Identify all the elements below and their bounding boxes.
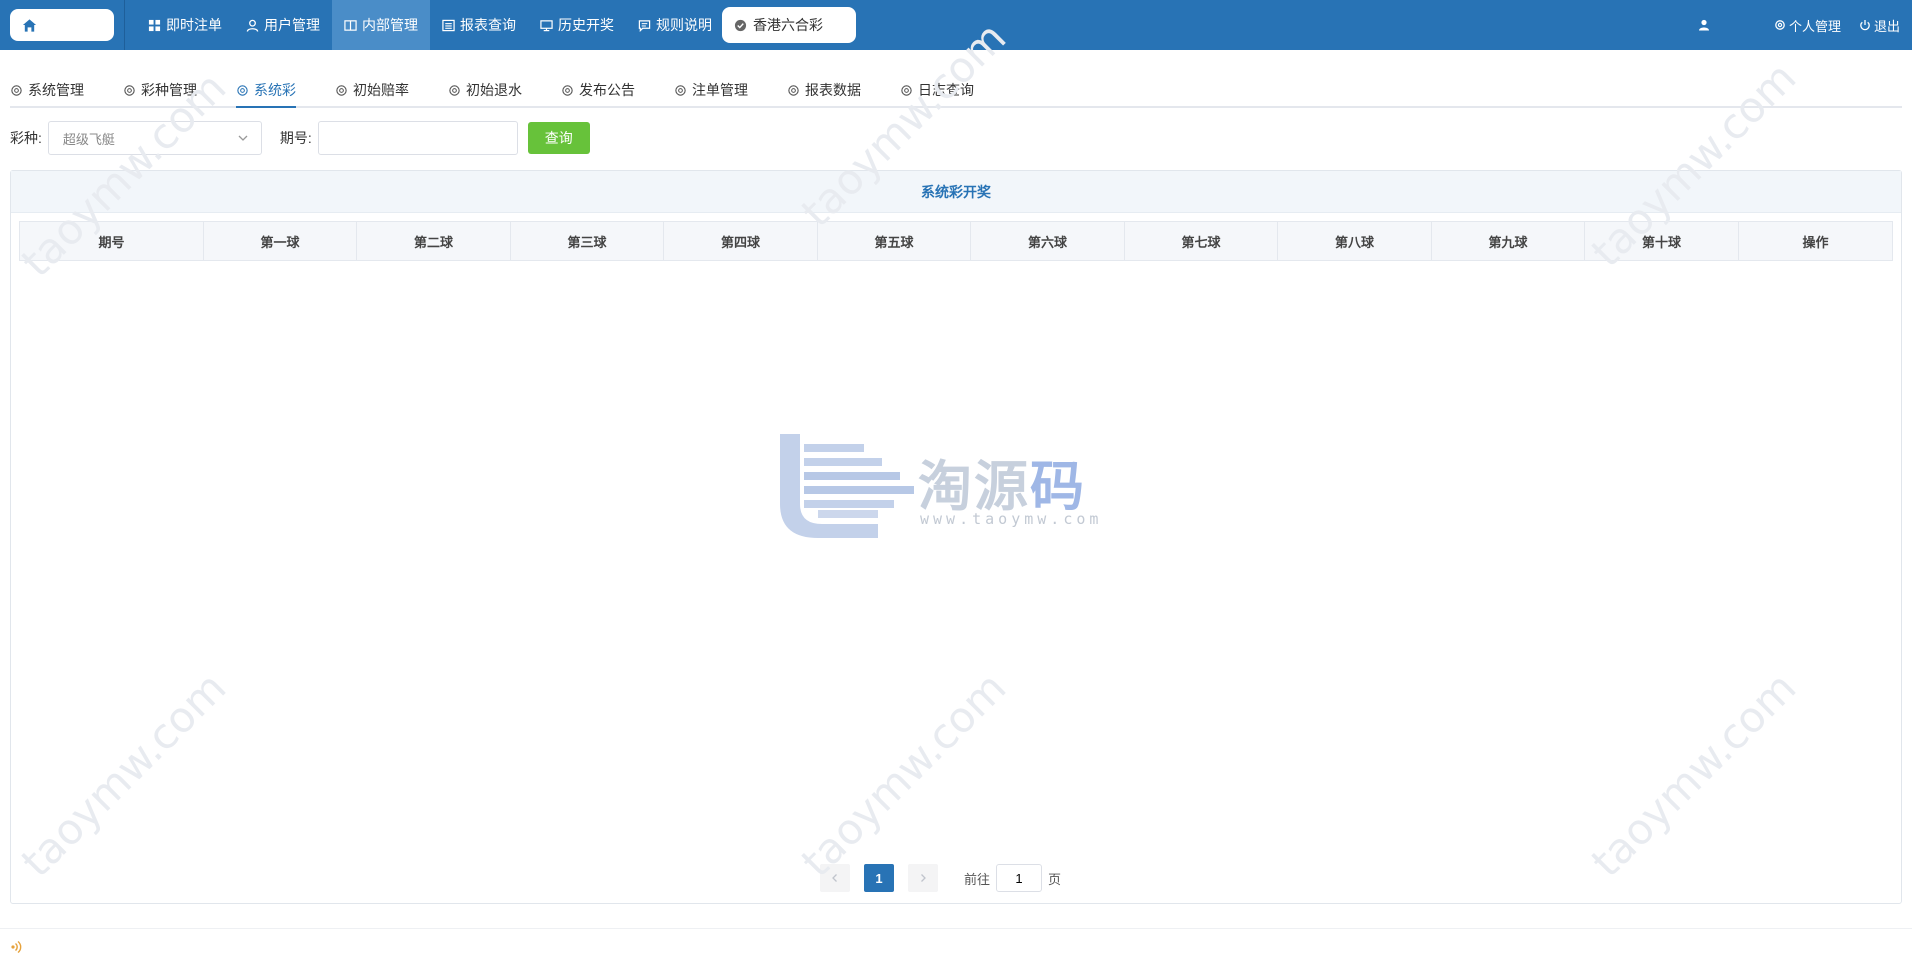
prev-page-button[interactable] <box>820 864 850 892</box>
book-icon <box>344 19 357 31</box>
nav-item-user-management[interactable]: 用户管理 <box>234 0 332 50</box>
tab-label: 报表数据 <box>805 82 861 98</box>
column-header: 第七球 <box>1125 222 1278 260</box>
tab-initial-odds[interactable]: 初始赔率 <box>335 74 409 106</box>
home-button[interactable] <box>10 9 114 41</box>
gear-icon <box>1775 20 1785 30</box>
footer-bar <box>0 928 1912 966</box>
nav-item-internal-management[interactable]: 内部管理 <box>332 0 430 50</box>
nav-item-report-query[interactable]: 报表查询 <box>430 0 528 50</box>
tab-label: 初始赔率 <box>353 82 409 98</box>
nav-item-label: 即时注单 <box>166 17 222 33</box>
user-icon <box>1698 19 1709 31</box>
speaker-icon[interactable] <box>10 939 24 955</box>
tab-bet-management[interactable]: 注单管理 <box>674 74 748 106</box>
tab-log-query[interactable]: 日志查询 <box>900 74 974 106</box>
column-header: 第六球 <box>971 222 1125 260</box>
column-header: 第十球 <box>1585 222 1739 260</box>
lottery-tab-hk-marksix[interactable]: 香港六合彩 <box>722 7 856 43</box>
tab-label: 日志查询 <box>918 82 974 98</box>
gear-icon <box>562 84 573 96</box>
gear-icon <box>901 84 912 96</box>
pagination: 1 前往 页 <box>820 864 1061 892</box>
tab-label: 系统彩 <box>254 82 296 98</box>
panel-title: 系统彩开奖 <box>11 171 1901 213</box>
tab-label: 初始退水 <box>466 82 522 98</box>
logout-label: 退出 <box>1873 18 1900 34</box>
gear-icon <box>336 84 347 96</box>
gear-icon <box>237 84 248 96</box>
column-header: 操作 <box>1802 234 1829 250</box>
top-navbar: 即时注单 用户管理 内部管理 报表查询 历史开奖 规则说明 香港六合彩 个人管理… <box>0 0 1912 50</box>
tab-system-management[interactable]: 系统管理 <box>10 74 84 106</box>
page-number-current[interactable]: 1 <box>864 864 894 892</box>
gear-icon <box>124 84 135 96</box>
power-icon <box>1860 20 1870 31</box>
column-header: 第五球 <box>818 222 971 260</box>
navbar-divider <box>124 0 125 50</box>
goto-label: 前往 <box>964 871 991 887</box>
goto-page-input[interactable] <box>996 864 1043 892</box>
tab-publish-notice[interactable]: 发布公告 <box>561 74 635 106</box>
issue-number-input[interactable] <box>317 121 518 155</box>
tab-system-lottery[interactable]: 系统彩 <box>236 74 296 108</box>
lottery-type-value: 超级飞艇 <box>62 131 115 147</box>
column-header: 第八球 <box>1278 222 1432 260</box>
lottery-type-select[interactable]: 超级飞艇 <box>47 121 262 155</box>
gear-icon <box>449 84 460 96</box>
lottery-tab-label: 香港六合彩 <box>753 17 823 33</box>
nav-item-label: 报表查询 <box>460 17 516 33</box>
home-icon <box>22 18 37 32</box>
tab-label: 注单管理 <box>692 82 748 98</box>
tab-label: 系统管理 <box>28 82 84 98</box>
nav-item-instant-bets[interactable]: 即时注单 <box>136 0 234 50</box>
page-suffix: 页 <box>1048 871 1062 887</box>
lottery-type-label: 彩种: <box>10 130 42 146</box>
personal-management-label: 个人管理 <box>1788 18 1841 34</box>
nav-item-label: 规则说明 <box>656 17 712 33</box>
column-header: 期号 <box>20 222 204 260</box>
nav-item-rules[interactable]: 规则说明 <box>626 0 724 50</box>
tab-label: 发布公告 <box>579 82 635 98</box>
draw-results-table: 期号 第一球 第二球 第三球 第四球 第五球 第六球 第七球 第八球 第九球 第… <box>19 221 1893 261</box>
next-page-button[interactable] <box>908 864 938 892</box>
chevron-right-icon <box>921 874 926 882</box>
nav-item-label: 历史开奖 <box>558 17 614 33</box>
user-profile-button[interactable] <box>1698 19 1710 31</box>
gear-icon <box>788 84 799 96</box>
grid-icon <box>148 19 161 31</box>
user-icon <box>246 19 259 32</box>
logout-link[interactable]: 退出 <box>1859 16 1900 35</box>
draw-results-panel: 系统彩开奖 期号 第一球 第二球 第三球 第四球 第五球 第六球 第七球 第八球… <box>10 170 1902 904</box>
check-circle-icon <box>734 19 747 31</box>
chat-icon <box>638 19 651 32</box>
query-button[interactable]: 查询 <box>527 122 590 154</box>
monitor-icon <box>540 19 553 31</box>
personal-management-link[interactable]: 个人管理 <box>1774 16 1841 35</box>
main-nav: 即时注单 用户管理 内部管理 报表查询 历史开奖 规则说明 <box>136 0 724 50</box>
gear-icon <box>11 84 22 96</box>
nav-item-label: 内部管理 <box>362 17 418 33</box>
nav-item-label: 用户管理 <box>264 17 320 33</box>
column-header: 第二球 <box>357 222 511 260</box>
sub-tabs: 系统管理 彩种管理 系统彩 初始赔率 初始退水 发布公告 注单管理 报表数据 日… <box>10 74 1902 108</box>
list-icon <box>442 19 455 31</box>
tab-initial-rebate[interactable]: 初始退水 <box>448 74 522 106</box>
right-nav: 个人管理 退出 <box>1698 0 1900 50</box>
tab-lottery-management[interactable]: 彩种管理 <box>123 74 197 106</box>
filter-bar: 彩种: 超级飞艇 期号: 查询 <box>10 121 590 155</box>
column-header: 第一球 <box>204 222 357 260</box>
column-header: 第三球 <box>511 222 664 260</box>
chevron-left-icon <box>832 874 837 882</box>
chevron-down-icon <box>238 135 248 141</box>
column-header: 第九球 <box>1432 222 1585 260</box>
table-header: 期号 第一球 第二球 第三球 第四球 第五球 第六球 第七球 第八球 第九球 第… <box>20 222 1892 260</box>
nav-item-history-draws[interactable]: 历史开奖 <box>528 0 626 50</box>
issue-number-label: 期号: <box>279 130 312 146</box>
tab-label: 彩种管理 <box>141 82 197 98</box>
gear-icon <box>675 84 686 96</box>
tab-report-data[interactable]: 报表数据 <box>787 74 861 106</box>
goto-page: 前往 页 <box>964 864 1061 892</box>
column-header: 第四球 <box>664 222 818 260</box>
